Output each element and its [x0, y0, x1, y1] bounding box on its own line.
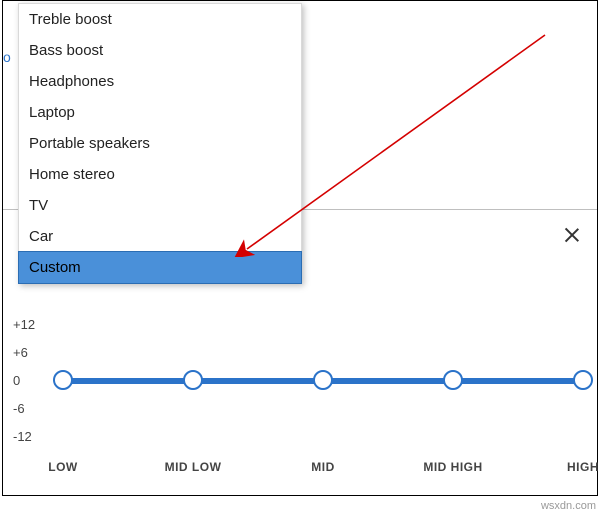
- eq-y-tick: +6: [13, 338, 47, 366]
- preset-option[interactable]: Laptop: [19, 97, 301, 128]
- eq-thumbs: [63, 370, 583, 390]
- eq-y-ticks: +12+60-6-12: [13, 310, 47, 450]
- eq-band-label: LOW: [48, 460, 78, 474]
- eq-band-label: HIGH: [567, 460, 599, 474]
- eq-slider-thumb[interactable]: [573, 370, 593, 390]
- preset-option[interactable]: TV: [19, 190, 301, 221]
- eq-y-tick: -6: [13, 394, 47, 422]
- eq-band-label: MID HIGH: [423, 460, 482, 474]
- eq-y-tick: 0: [13, 366, 47, 394]
- preset-option[interactable]: Treble boost: [19, 4, 301, 35]
- eq-area: +12+60-6-12 LOWMID LOWMIDMID HIGHHIGH: [13, 310, 583, 475]
- close-icon[interactable]: [563, 226, 581, 244]
- eq-y-tick: -12: [13, 422, 47, 450]
- preset-option[interactable]: Portable speakers: [19, 128, 301, 159]
- watermark: wsxdn.com: [541, 500, 596, 512]
- eq-band-label: MID LOW: [165, 460, 222, 474]
- preset-option[interactable]: Bass boost: [19, 35, 301, 66]
- side-hint: o: [3, 49, 13, 65]
- preset-option[interactable]: Custom: [18, 251, 302, 284]
- eq-band-label: MID: [311, 460, 335, 474]
- eq-slider-thumb[interactable]: [183, 370, 203, 390]
- eq-x-labels: LOWMID LOWMIDMID HIGHHIGH: [63, 460, 583, 478]
- preset-option[interactable]: Home stereo: [19, 159, 301, 190]
- eq-preset-dropdown[interactable]: Treble boostBass boostHeadphonesLaptopPo…: [18, 3, 302, 284]
- eq-y-tick: +12: [13, 310, 47, 338]
- app-window: o Treble boostBass boostHeadphonesLaptop…: [2, 0, 598, 496]
- preset-option[interactable]: Car: [19, 221, 301, 252]
- preset-option[interactable]: Headphones: [19, 66, 301, 97]
- eq-slider-thumb[interactable]: [443, 370, 463, 390]
- eq-slider-thumb[interactable]: [313, 370, 333, 390]
- eq-slider-thumb[interactable]: [53, 370, 73, 390]
